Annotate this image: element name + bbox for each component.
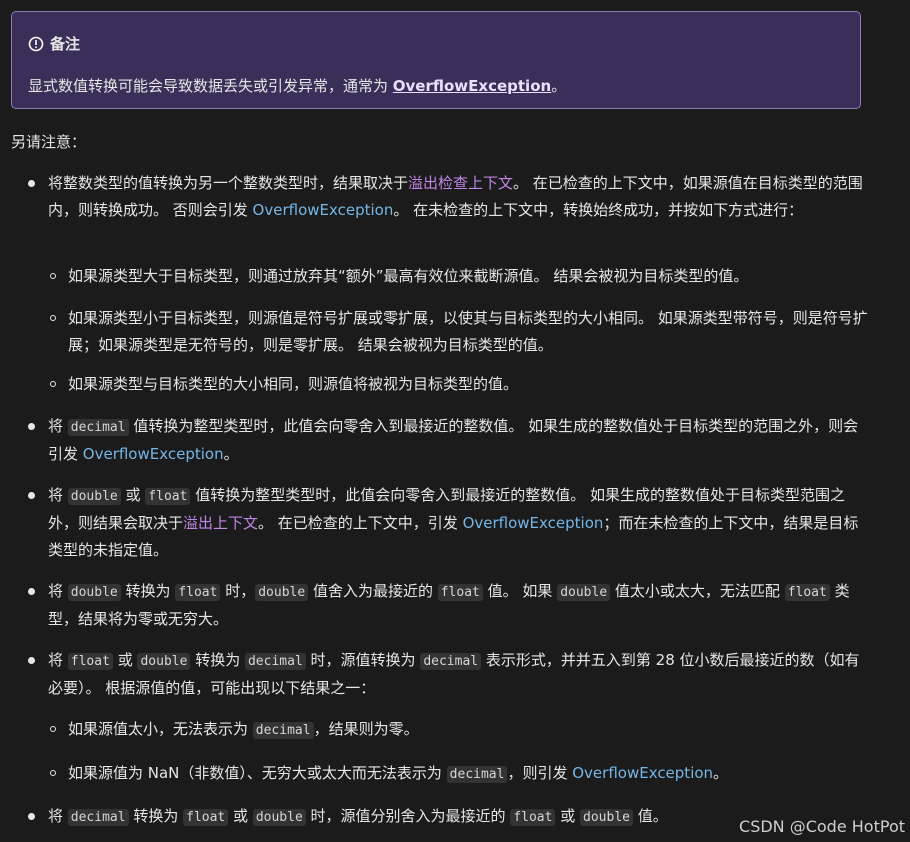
code-decimal: decimal <box>67 809 129 826</box>
bullet-icon <box>28 813 35 820</box>
item-text: 或 <box>555 807 581 825</box>
item-text: 将整数类型的值转换为另一个整数类型时，结果取决于 <box>48 174 409 192</box>
item-text: 值舍入为最接近的 <box>308 582 438 600</box>
list-item: 将 decimal 值转换为整型类型时，此值会向零舍入到最接近的整数值。 如果生… <box>48 413 866 468</box>
note-text: 显式数值转换可能会导致数据丢失或引发异常，通常为 <box>28 77 393 95</box>
code-double: double <box>137 653 191 670</box>
sub-list-item: 如果源值为 NaN（非数值）、无穷大或太大而无法表示为 decimal ，则引发 … <box>68 760 868 788</box>
item-text: 或 <box>120 486 146 504</box>
note-header: 备注 <box>28 33 80 54</box>
info-circle-icon <box>28 36 44 52</box>
item-text: 。 在未检查的上下文中，转换始终成功，并按如下方式进行： <box>393 201 804 219</box>
item-text: 将 <box>48 807 68 825</box>
item-text: 将 <box>48 417 68 435</box>
item-text: 时，源值分别舍入为最接近的 <box>305 807 511 825</box>
sub-list-item: 如果源类型小于目标类型，则源值是符号扩展或零扩展，以使其与目标类型的大小相同。 … <box>68 309 868 354</box>
item-text: 将 <box>48 582 68 600</box>
item-text: 值。 <box>632 807 668 825</box>
list-item: 将 float 或 double 转换为 decimal 时，源值转换为 dec… <box>48 647 866 702</box>
code-float: float <box>67 653 113 670</box>
overflow-checking-context-link[interactable]: 溢出检查上下文 <box>408 174 513 192</box>
bullet-icon <box>28 180 35 187</box>
code-decimal: decimal <box>252 722 314 739</box>
item-text: 如果源值为 NaN（非数值）、无穷大或太大而无法表示为 <box>68 764 447 782</box>
bullet-icon <box>28 588 35 595</box>
note-text-end: 。 <box>551 77 567 95</box>
code-float: float <box>175 584 221 601</box>
note-overflowexception-link[interactable]: OverflowException <box>393 77 551 95</box>
watermark: CSDN @Code HotPot <box>739 817 905 836</box>
item-text: ，则引发 <box>507 764 573 782</box>
bullet-icon <box>28 423 35 430</box>
sub-bullet-icon <box>50 273 56 279</box>
code-double: double <box>255 584 309 601</box>
code-float: float <box>183 809 229 826</box>
overflowexception-link[interactable]: OverflowException <box>83 445 224 463</box>
sub-list-item: 如果源类型与目标类型的大小相同，则源值将被视为目标类型的值。 <box>68 375 519 393</box>
code-decimal: decimal <box>420 653 482 670</box>
code-double: double <box>67 584 121 601</box>
list-item: 将 double 转换为 float 时， double 值舍入为最接近的 flo… <box>48 578 866 633</box>
intro-text: 另请注意： <box>11 133 87 151</box>
sub-bullet-icon <box>50 770 56 776</box>
code-decimal: decimal <box>446 766 508 783</box>
item-text: 将 <box>48 486 68 504</box>
item-text: 转换为 <box>120 582 176 600</box>
item-text: 。 <box>223 445 239 463</box>
bullet-icon <box>28 657 35 664</box>
item-text: 转换为 <box>190 651 245 669</box>
sub-bullet-icon <box>50 726 56 732</box>
item-text: ，结果则为零。 <box>313 720 419 738</box>
overflowexception-link[interactable]: OverflowException <box>253 201 394 219</box>
item-text: 值。 如果 <box>482 582 558 600</box>
item-text: 值太小或太大，无法匹配 <box>610 582 785 600</box>
item-text: 将 <box>48 651 68 669</box>
item-text: 。 在已检查的上下文中，引发 <box>258 514 463 532</box>
list-item: 将 double 或 float 值转换为整型类型时，此值会向零舍入到最接近的整… <box>48 482 866 564</box>
item-text: 时，源值转换为 <box>305 651 421 669</box>
overflowexception-link[interactable]: OverflowException <box>463 514 604 532</box>
bullet-icon <box>28 492 35 499</box>
list-item: 将整数类型的值转换为另一个整数类型时，结果取决于溢出检查上下文。 在已检查的上下… <box>48 170 866 224</box>
code-float: float <box>145 488 191 505</box>
item-text: 。 <box>713 764 729 782</box>
sub-bullet-icon <box>50 381 56 387</box>
code-float: float <box>437 584 483 601</box>
note-title: 备注 <box>50 35 81 53</box>
item-text: 时， <box>220 582 256 600</box>
code-decimal: decimal <box>67 419 129 436</box>
code-double: double <box>580 809 633 826</box>
item-text: 转换为 <box>128 807 184 825</box>
code-decimal: decimal <box>244 653 306 670</box>
item-text: 或 <box>228 807 253 825</box>
sub-list-item: 如果源类型大于目标类型，则通过放弃其“额外”最高有效位来截断源值。 结果会被视为… <box>68 267 749 285</box>
overflow-context-link[interactable]: 溢出上下文 <box>183 514 258 532</box>
sub-bullet-icon <box>50 315 56 321</box>
note-callout: 备注 显式数值转换可能会导致数据丢失或引发异常，通常为 OverflowExce… <box>11 11 861 109</box>
code-double: double <box>557 584 611 601</box>
code-double: double <box>67 488 121 505</box>
overflowexception-link[interactable]: OverflowException <box>572 764 713 782</box>
code-float: float <box>784 584 830 601</box>
code-double: double <box>252 809 306 826</box>
item-text: 如果源值太小，无法表示为 <box>68 720 253 738</box>
sub-list-item: 如果源值太小，无法表示为 decimal ，结果则为零。 <box>68 716 868 744</box>
item-text: 或 <box>112 651 138 669</box>
note-body: 显式数值转换可能会导致数据丢失或引发异常，通常为 OverflowExcepti… <box>28 75 566 96</box>
code-float: float <box>510 809 556 826</box>
